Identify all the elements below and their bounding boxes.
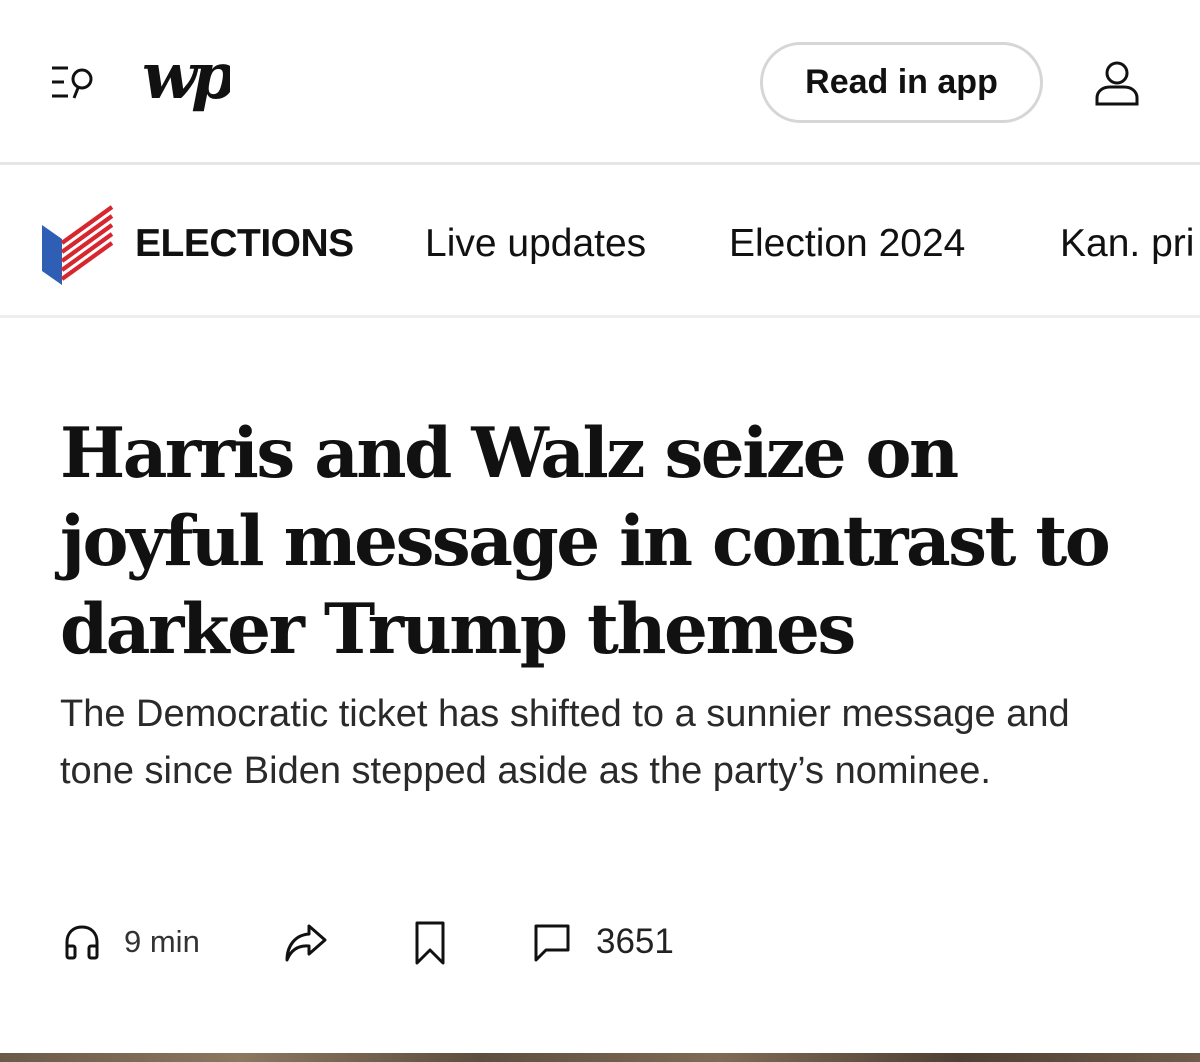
article-action-bar: 9 min 3651 xyxy=(0,908,1200,978)
comment-count: 3651 xyxy=(596,922,674,961)
comments-button[interactable]: 3651 xyxy=(532,916,674,968)
comment-icon xyxy=(534,924,570,962)
nav-link-kan-pri[interactable]: Kan. pri xyxy=(1060,222,1194,266)
read-in-app-button[interactable]: Read in app xyxy=(760,42,1043,123)
menu-search-icon[interactable] xyxy=(50,62,96,102)
user-icon[interactable] xyxy=(1094,60,1140,106)
headphones-icon xyxy=(65,925,99,960)
listen-button[interactable]: 9 min xyxy=(62,916,200,968)
headline: Harris and Walz seize on joyful message … xyxy=(60,413,1111,670)
listen-time: 9 min xyxy=(124,924,200,959)
article-page: wp Read in app ELECTIONS Live updates El… xyxy=(0,0,1200,1062)
elections-flag-icon xyxy=(42,203,114,285)
washington-post-logo[interactable]: wp xyxy=(140,46,230,122)
section-label[interactable]: ELECTIONS xyxy=(135,222,354,266)
article-dek: The Democratic ticket has shifted to a s… xyxy=(60,693,1070,792)
section-nav: ELECTIONS Live updates Election 2024 Kan… xyxy=(0,168,1200,318)
nav-link-election-2024[interactable]: Election 2024 xyxy=(729,222,965,266)
bookmark-icon[interactable] xyxy=(412,920,448,966)
top-bar: wp Read in app xyxy=(0,0,1200,165)
lead-image xyxy=(0,1053,1200,1062)
logo-text: wp xyxy=(142,46,230,114)
nav-link-live-updates[interactable]: Live updates xyxy=(425,222,646,266)
share-icon[interactable] xyxy=(283,920,329,964)
